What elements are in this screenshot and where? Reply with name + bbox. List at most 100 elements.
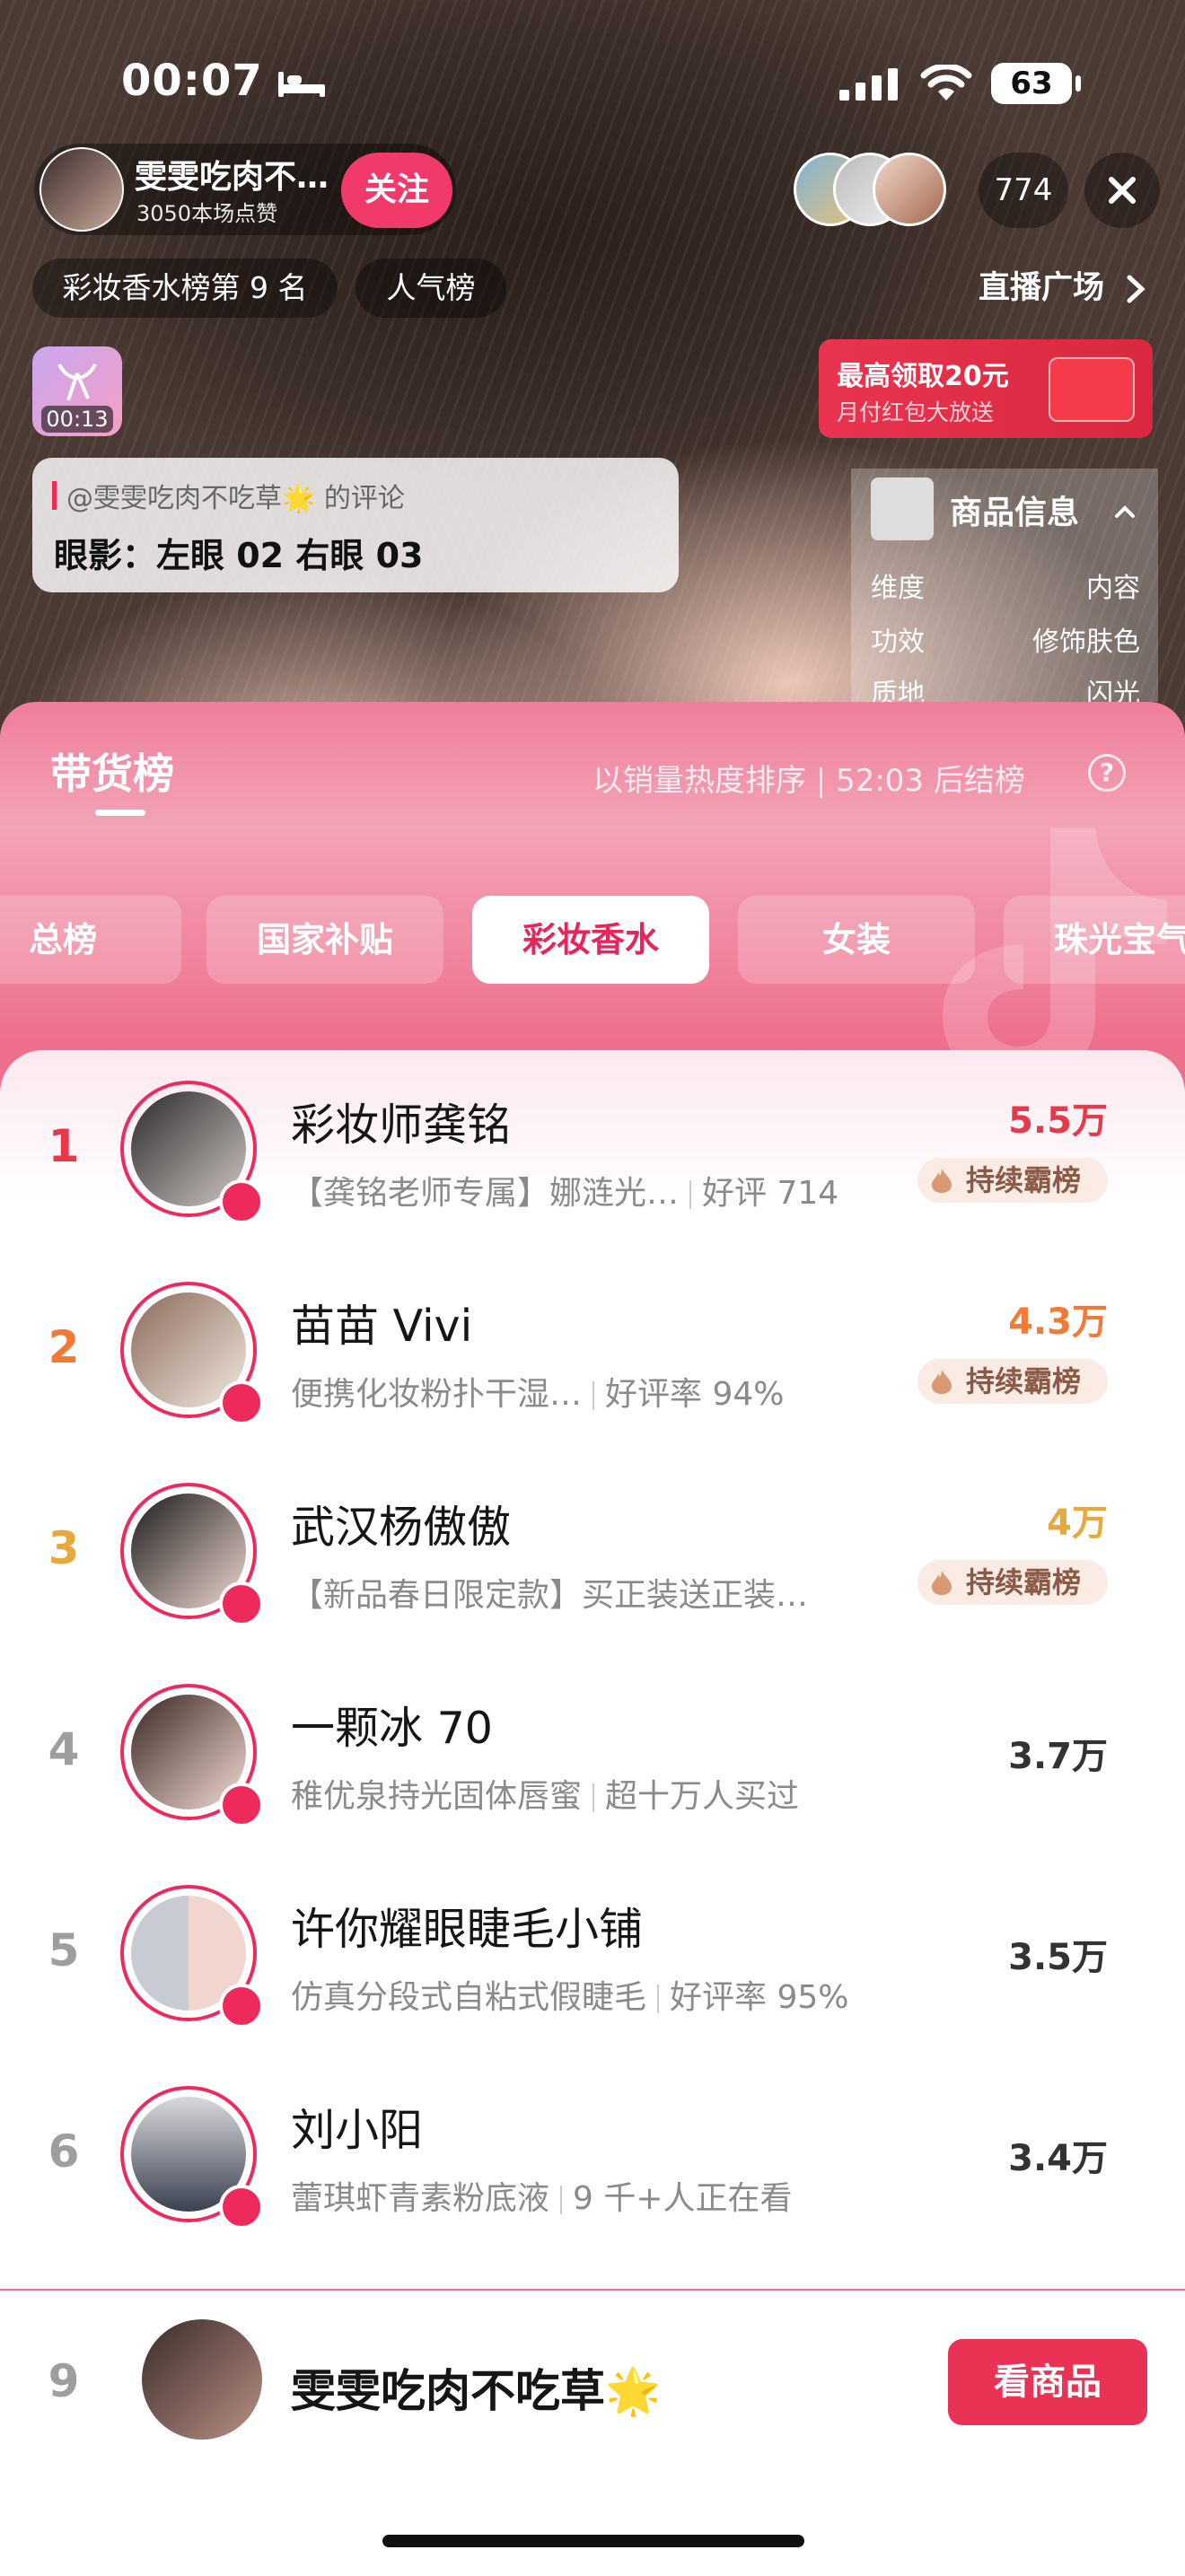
product-info-value: 内容 <box>1086 573 1140 604</box>
divider <box>689 1180 692 1209</box>
close-icon <box>1109 177 1136 204</box>
tab-jewelry[interactable]: 珠光宝气 <box>1004 896 1185 984</box>
category-tabs: 总榜 国家补贴 彩妆香水 女装 珠光宝气 <box>0 896 1185 986</box>
flame-icon <box>932 1169 952 1193</box>
host-likes: 3050本场点赞 <box>136 201 278 226</box>
close-button[interactable] <box>1084 153 1160 228</box>
streamer-name: 苗苗 Vivi <box>291 1301 473 1352</box>
comment-text: 眼影：左眼 02 右眼 03 <box>54 536 424 575</box>
product-thumbnail <box>871 478 934 540</box>
red-packet-banner[interactable]: 最高领取20元 月付红包大放送 <box>819 339 1153 438</box>
product-line: 稚优泉持光固体唇蜜 超十万人买过 <box>291 1770 799 1817</box>
my-rank-number: 9 <box>48 2355 80 2407</box>
gift-box[interactable]: 00:13 <box>32 346 122 436</box>
live-indicator-icon <box>219 1984 264 2028</box>
streamer-name: 武汉杨傲傲 <box>291 1502 512 1553</box>
product-name: 【新品春日限定款】买正装送正装… <box>291 1577 809 1614</box>
battery-level: 63 <box>1010 66 1053 101</box>
category-rank-pill[interactable]: 彩妆香水榜第 9 名 <box>32 258 338 318</box>
streamer-name: 一颗冰 70 <box>291 1703 493 1754</box>
product-name: 稚优泉持光固体唇蜜 <box>291 1778 583 1815</box>
sort-description: 以销量热度排序 | 52:03 后结榜 <box>592 763 1025 799</box>
host-name: 雯雯吃肉不… <box>135 159 329 196</box>
live-indicator-icon <box>219 2185 264 2230</box>
status-bar: 00:07 63 <box>0 56 1185 118</box>
my-avatar[interactable] <box>142 2319 262 2440</box>
host-avatar[interactable] <box>40 147 124 232</box>
chevron-up-icon <box>1115 505 1135 518</box>
flame-icon <box>932 1571 952 1595</box>
streamer-avatar[interactable] <box>120 1081 264 1224</box>
live-indicator-icon <box>219 1582 264 1626</box>
live-indicator-icon <box>219 1179 264 1224</box>
home-indicator[interactable] <box>382 2535 804 2547</box>
product-line: 蕾琪虾青素粉底液 9 千+人正在看 <box>291 2172 793 2219</box>
rank-number: 6 <box>48 2125 80 2177</box>
battery-indicator: 63 <box>991 63 1081 104</box>
streamer-name: 许你耀眼睫毛小铺 <box>291 1904 644 1955</box>
streamer-avatar[interactable] <box>120 2086 264 2230</box>
product-meta: 好评 714 <box>702 1175 839 1212</box>
product-meta: 9 千+人正在看 <box>573 2180 793 2217</box>
comment-author: @雯雯吃肉不吃草🌟 的评论 <box>66 483 405 514</box>
badge-label: 持续霸榜 <box>966 1163 1082 1197</box>
ranking-row[interactable]: 4 一颗冰 70 稚优泉持光固体唇蜜 超十万人买过 3.7万 <box>0 1653 1185 1854</box>
viewer-avatar[interactable] <box>873 153 946 226</box>
streamer-avatar[interactable] <box>120 1483 264 1626</box>
ranking-row[interactable]: 6 刘小阳 蕾琪虾青素粉底液 9 千+人正在看 3.4万 <box>0 2055 1185 2256</box>
streak-badge: 持续霸榜 <box>917 1560 1108 1605</box>
product-name: 蕾琪虾青素粉底液 <box>291 2180 550 2217</box>
pinned-comment[interactable]: @雯雯吃肉不吃草🌟 的评论 眼影：左眼 02 右眼 03 <box>32 458 679 592</box>
title-underline <box>95 810 145 816</box>
streamer-name: 彩妆师龚铭 <box>291 1100 512 1151</box>
gift-bow-icon <box>57 364 97 401</box>
gift-timer: 00:13 <box>41 406 113 433</box>
product-info-value: 修饰肤色 <box>1032 626 1140 658</box>
ranking-row[interactable]: 1 彩妆师龚铭 【龚铭老师专属】娜涟光… 好评 714 5.5万 持续霸榜 <box>0 1050 1185 1251</box>
my-name: 雯雯吃肉不吃草🌟 <box>291 2365 662 2417</box>
streamer-avatar[interactable] <box>120 1885 264 2028</box>
viewer-count[interactable]: 774 <box>979 153 1068 228</box>
tab-womenswear[interactable]: 女装 <box>738 896 975 984</box>
badge-label: 持续霸榜 <box>966 1364 1082 1398</box>
product-name: 仿真分段式自粘式假睫毛 <box>291 1979 647 2016</box>
status-time: 00:07 <box>121 56 263 106</box>
flame-icon <box>932 1370 952 1394</box>
sales-amount: 3.7万 <box>1008 1736 1108 1777</box>
divider <box>592 1783 595 1812</box>
ranking-row[interactable]: 2 苗苗 Vivi 便携化妆粉扑干湿… 好评率 94% 4.3万 持续霸榜 <box>0 1251 1185 1452</box>
ranking-row[interactable]: 3 武汉杨傲傲 【新品春日限定款】买正装送正装… 4万 持续霸榜 <box>0 1452 1185 1653</box>
product-meta: 好评率 94% <box>605 1376 785 1413</box>
popular-rank-pill[interactable]: 人气榜 <box>356 258 506 318</box>
my-rank-bar: 9 雯雯吃肉不吃草🌟 看商品 <box>0 2291 1185 2576</box>
tab-national-subsidy[interactable]: 国家补贴 <box>206 896 443 984</box>
cellular-signal-icon <box>839 68 898 101</box>
product-line: 【新品春日限定款】买正装送正装… <box>291 1569 808 1616</box>
product-info-key: 维度 <box>871 573 925 604</box>
tab-overall[interactable]: 总榜 <box>0 896 181 984</box>
tab-cosmetics[interactable]: 彩妆香水 <box>472 896 709 984</box>
product-line: 仿真分段式自粘式假睫毛 好评率 95% <box>291 1971 848 2018</box>
view-products-button[interactable]: 看商品 <box>948 2339 1147 2425</box>
sales-amount: 3.4万 <box>1008 2138 1108 2179</box>
badge-label: 持续霸榜 <box>966 1565 1082 1599</box>
divider <box>560 2186 563 2214</box>
follow-button[interactable]: 关注 <box>341 153 452 228</box>
red-packet-title: 最高领取20元 <box>837 361 1009 392</box>
streamer-avatar[interactable] <box>120 1282 264 1425</box>
divider <box>657 1985 660 2013</box>
live-square-link[interactable]: 直播广场 <box>979 258 1147 318</box>
sales-amount: 4.3万 <box>1008 1301 1108 1343</box>
rank-number: 3 <box>48 1522 80 1574</box>
streak-badge: 持续霸榜 <box>917 1359 1108 1404</box>
red-envelope-icon <box>1049 357 1135 422</box>
ranking-row[interactable]: 5 许你耀眼睫毛小铺 仿真分段式自粘式假睫毛 好评率 95% 3.5万 <box>0 1854 1185 2055</box>
streamer-avatar[interactable] <box>120 1684 264 1827</box>
product-info-card[interactable]: 商品信息 维度 内容 功效 修饰肤色 质地 闪光 <box>851 469 1158 710</box>
help-icon[interactable]: ? <box>1088 754 1126 792</box>
sales-amount: 4万 <box>1047 1503 1108 1544</box>
panel-title[interactable]: 带货榜 <box>50 741 174 801</box>
wifi-icon <box>920 65 972 101</box>
rank-number: 5 <box>48 1924 80 1976</box>
viewer-avatars[interactable] <box>794 153 973 228</box>
